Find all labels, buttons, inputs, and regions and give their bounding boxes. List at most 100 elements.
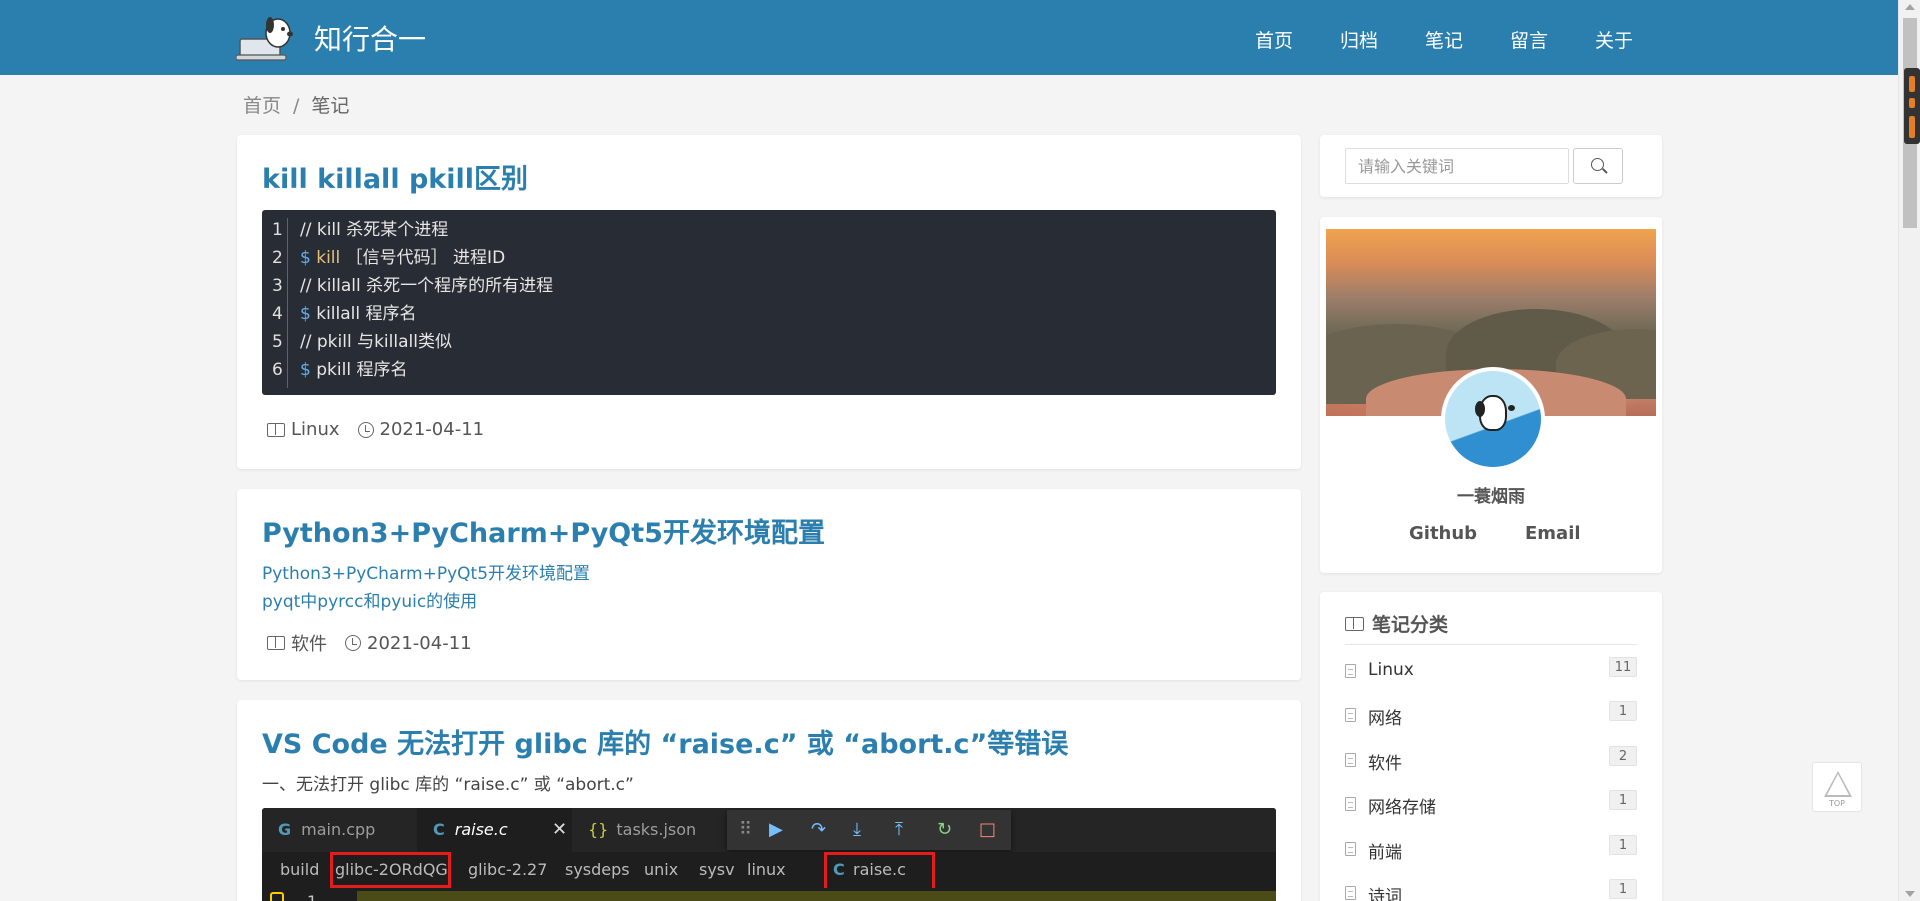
- tab-label: raise.c: [454, 820, 508, 839]
- category-item[interactable]: 网络 1: [1345, 701, 1637, 731]
- close-icon: ✕: [552, 819, 568, 840]
- post-category[interactable]: 软件: [291, 630, 327, 656]
- c-file-icon: C: [433, 820, 445, 839]
- breadcrumb: 首页 / 笔记: [243, 91, 349, 118]
- site-brand[interactable]: 知行合一: [235, 13, 426, 63]
- vscode-screenshot: Gmain.cpp Craise.c ✕ {} tasks.json ⠿ ▶ ↷ …: [262, 808, 1276, 901]
- editor-breadcrumb: build glibc-2ORdQG glibc-2.27 sysdeps un…: [262, 852, 1276, 894]
- current-line-highlight: [357, 891, 1276, 901]
- line-number: 3: [272, 276, 283, 296]
- tab-main-cpp: Gmain.cpp: [262, 808, 417, 852]
- nav-about[interactable]: 关于: [1595, 26, 1680, 53]
- code-rest: ［信号代码］ 进程ID: [345, 248, 506, 268]
- post-title[interactable]: kill killall pkill区别: [262, 157, 528, 196]
- breadcrumb-separator: /: [293, 95, 300, 117]
- step-into-icon: ⤓: [853, 819, 861, 840]
- category-count-badge: 2: [1609, 746, 1637, 766]
- code-text: $ kill ［信号代码］ 进程ID: [300, 244, 505, 272]
- book-icon: [267, 422, 285, 437]
- category-count-badge: 1: [1609, 790, 1637, 810]
- document-icon: [1345, 664, 1356, 678]
- code-text: $ pkill 程序名: [300, 356, 407, 384]
- shell-prompt: $: [300, 304, 311, 324]
- category-count-badge: 1: [1609, 835, 1637, 855]
- categories-heading: 笔记分类: [1345, 610, 1448, 637]
- avatar: [1441, 367, 1545, 471]
- post-link[interactable]: Python3+PyCharm+PyQt5开发环境配置: [262, 559, 590, 584]
- stop-icon: □: [979, 819, 997, 840]
- post-card: kill killall pkill区别 1 // kill 杀死某个进程 2 …: [237, 135, 1301, 469]
- code-gutter: [287, 218, 288, 388]
- code-rest: killall 程序名: [316, 304, 417, 324]
- github-link[interactable]: Github: [1409, 523, 1477, 544]
- clock-icon: [345, 635, 361, 651]
- cpp-file-icon: G: [278, 820, 292, 839]
- code-text: $ killall 程序名: [300, 300, 417, 328]
- category-label: 软件: [1368, 754, 1402, 774]
- post-link[interactable]: pyqt中pyrcc和pyuic的使用: [262, 587, 477, 612]
- category-item[interactable]: 网络存储 1: [1345, 790, 1637, 820]
- code-text: // pkill 与killall类似: [300, 332, 452, 352]
- nav-guestbook[interactable]: 留言: [1510, 26, 1595, 53]
- step-over-icon: ↷: [811, 819, 827, 840]
- step-out-icon: ⤒: [895, 819, 903, 840]
- post-title[interactable]: VS Code 无法打开 glibc 库的 “raise.c” 或 “abort…: [262, 722, 1068, 761]
- json-file-icon: {}: [588, 820, 609, 839]
- category-label: 前端: [1368, 843, 1402, 863]
- document-icon: [1345, 753, 1356, 767]
- document-icon: [1345, 842, 1356, 856]
- category-item[interactable]: 诗词 1: [1345, 879, 1637, 901]
- breakpoint-arrow-icon: [270, 892, 284, 901]
- back-to-top-button[interactable]: TOP: [1812, 762, 1862, 812]
- nav-home[interactable]: 首页: [1255, 26, 1340, 53]
- category-label: Linux: [1368, 660, 1414, 680]
- search-input[interactable]: [1345, 148, 1569, 184]
- main-nav: 首页 归档 笔记 留言 关于: [1255, 26, 1680, 53]
- document-icon: [1345, 797, 1356, 811]
- category-item[interactable]: 软件 2: [1345, 746, 1637, 776]
- crumb: unix: [644, 860, 679, 879]
- post-excerpt: 一、无法打开 glibc 库的 “raise.c” 或 “abort.c”: [262, 775, 634, 795]
- editor-tab-bar: Gmain.cpp Craise.c ✕ {} tasks.json ⠿ ▶ ↷ …: [262, 808, 1276, 852]
- line-number: 5: [272, 332, 283, 352]
- breadcrumb-home[interactable]: 首页: [243, 95, 281, 117]
- crumb: sysv: [699, 860, 735, 879]
- book-icon: [267, 636, 285, 650]
- profile-card: 一蓑烟雨 Github Email: [1320, 217, 1662, 573]
- dog-laptop-logo-icon: [235, 13, 302, 63]
- category-item[interactable]: 前端 1: [1345, 835, 1637, 865]
- back-to-top-label: TOP: [1828, 799, 1845, 808]
- up-arrow-icon: [1824, 771, 1852, 797]
- scroll-up-arrow-icon[interactable]: [1905, 4, 1915, 10]
- post-card: VS Code 无法打开 glibc 库的 “raise.c” 或 “abort…: [237, 700, 1301, 901]
- category-item[interactable]: Linux 11: [1345, 657, 1637, 687]
- email-link[interactable]: Email: [1525, 523, 1581, 544]
- breadcrumb-current: 笔记: [311, 95, 350, 117]
- code-text: // killall 杀死一个程序的所有进程: [300, 276, 554, 296]
- line-number: 2: [272, 248, 283, 268]
- scroll-down-arrow-icon[interactable]: [1905, 891, 1915, 897]
- post-meta: 软件 2021-04-11: [267, 630, 472, 656]
- shell-prompt: $: [300, 360, 311, 380]
- post-meta: Linux 2021-04-11: [267, 419, 484, 440]
- category-count-badge: 1: [1609, 879, 1637, 899]
- nav-archive[interactable]: 归档: [1340, 26, 1425, 53]
- document-icon: [1345, 886, 1356, 900]
- code-keyword: kill: [316, 248, 341, 268]
- categories-card: 笔记分类 Linux 11 网络 1 软件 2 网络存储 1 前端 1 诗词 1: [1320, 592, 1662, 901]
- profile-name: 一蓑烟雨: [1457, 487, 1525, 507]
- restart-icon: ↻: [937, 819, 953, 840]
- post-title[interactable]: Python3+PyCharm+PyQt5开发环境配置: [262, 511, 825, 550]
- search-button[interactable]: [1573, 148, 1623, 184]
- nav-notes[interactable]: 笔记: [1425, 26, 1510, 53]
- category-label: 网络: [1368, 709, 1402, 729]
- code-rest: pkill 程序名: [316, 360, 408, 380]
- line-number: 1: [272, 220, 283, 240]
- floating-side-widget[interactable]: [1904, 68, 1920, 144]
- top-navbar: 知行合一 首页 归档 笔记 留言 关于: [0, 0, 1898, 75]
- tab-label: tasks.json: [616, 820, 697, 839]
- search-icon: [1591, 158, 1604, 171]
- crumb: sysdeps: [565, 860, 630, 879]
- post-category[interactable]: Linux: [291, 419, 340, 440]
- category-count-badge: 1: [1609, 701, 1637, 721]
